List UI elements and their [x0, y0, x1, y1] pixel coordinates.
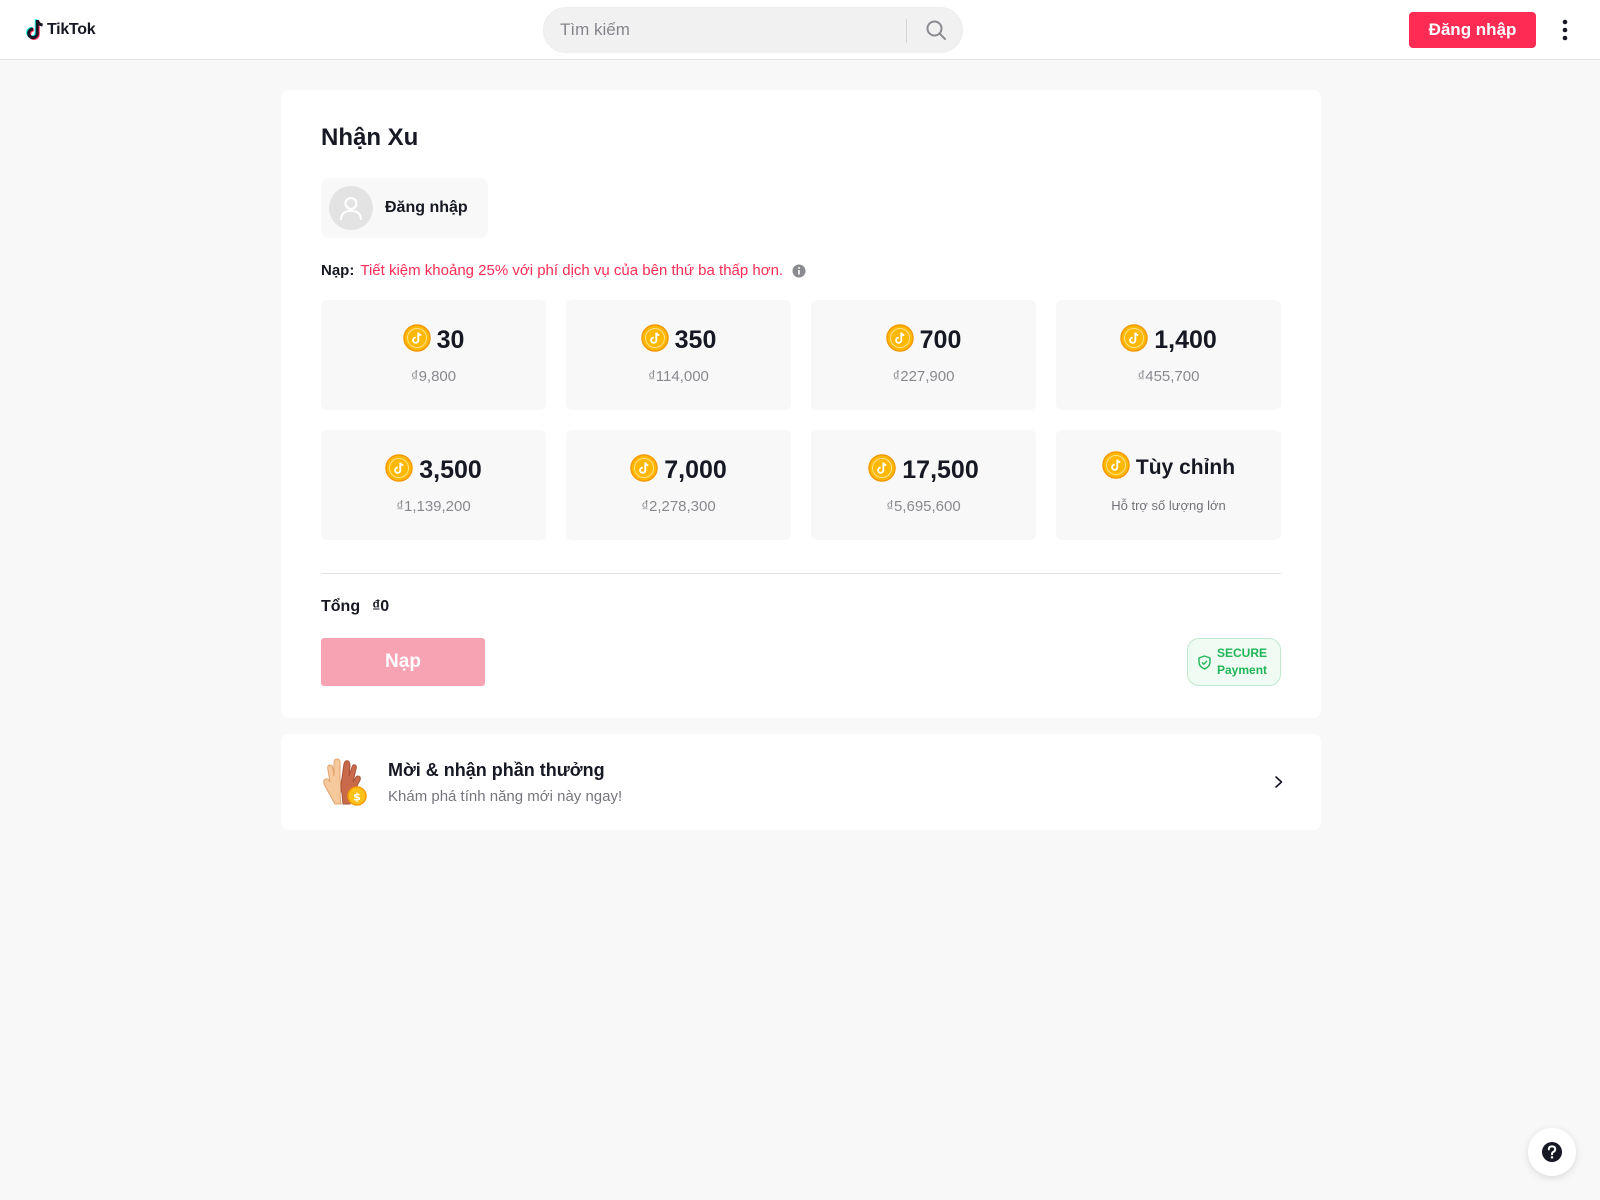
section-divider	[321, 573, 1281, 574]
login-button[interactable]: Đăng nhập	[1409, 12, 1536, 48]
more-menu-button[interactable]	[1556, 16, 1574, 44]
search-divider	[906, 19, 907, 43]
svg-text:$: $	[353, 791, 361, 804]
invite-title: Mời & nhận phần thưởng	[388, 760, 605, 780]
coin-package-7000[interactable]: 7,000 ₫2,278,300	[566, 430, 791, 540]
coin-package-custom[interactable]: Tùy chỉnh Hỗ trợ số lượng lớn	[1056, 430, 1281, 540]
package-price: ₫114,000	[648, 368, 709, 385]
secure-line1: SECURE	[1217, 646, 1268, 660]
package-price: ₫2,278,300	[641, 498, 716, 515]
custom-amount-sub: Hỗ trợ số lượng lớn	[1111, 498, 1226, 513]
help-icon	[1542, 1142, 1562, 1162]
coin-amount: 700	[919, 326, 962, 354]
coin-amount: 7,000	[664, 456, 727, 484]
coin-package-17500[interactable]: 17,500 ₫5,695,600	[811, 430, 1036, 540]
total-summary: Tổng ₫0	[321, 598, 389, 616]
coin-amount: 1,400	[1154, 326, 1217, 354]
shield-icon	[1198, 654, 1211, 670]
user-avatar-icon	[340, 197, 362, 221]
help-button[interactable]	[1528, 1128, 1576, 1176]
tiktok-logo-icon	[26, 19, 43, 40]
coin-icon	[885, 323, 914, 352]
coin-amount: 3,500	[419, 456, 482, 484]
avatar	[329, 186, 373, 230]
package-price: ₫227,900	[892, 368, 955, 385]
invite-subtitle: Khám phá tính năng mới này ngay!	[388, 788, 623, 805]
package-price: ₫1,139,200	[396, 498, 471, 515]
search-input[interactable]	[560, 8, 900, 52]
coin-amount: 30	[436, 326, 465, 354]
package-price: ₫5,695,600	[886, 498, 961, 515]
page-title: Nhận Xu	[321, 124, 419, 151]
tiktok-logo[interactable]: TikTok	[24, 18, 96, 42]
coin-icon	[868, 453, 897, 482]
invite-rewards-card[interactable]: $ Mời & nhận phần thưởng Khám phá tính n…	[281, 734, 1321, 830]
logo-text: TikTok	[47, 21, 96, 38]
coin-icon	[1102, 451, 1130, 479]
coin-amount: 17,500	[902, 456, 979, 484]
coin-package-30[interactable]: 30 ₫9,800	[321, 300, 546, 410]
search-icon	[926, 20, 946, 40]
account-login-label: Đăng nhập	[385, 199, 468, 216]
coin-icon	[640, 323, 669, 352]
get-coins-card: Nhận Xu Đăng nhập Nạp: Tiết kiệm khoảng …	[281, 90, 1321, 718]
package-price: ₫455,700	[1137, 368, 1200, 385]
coin-package-350[interactable]: 350 ₫114,000	[566, 300, 791, 410]
recharge-button[interactable]: Nạp	[321, 638, 485, 686]
coin-package-700[interactable]: 700 ₫227,900	[811, 300, 1036, 410]
recharge-notice: Nạp: Tiết kiệm khoảng 25% với phí dịch v…	[321, 262, 806, 279]
top-header: TikTok Đăng nhập	[0, 0, 1600, 60]
high-five-icon: $	[323, 758, 367, 806]
coin-amount: 350	[674, 326, 717, 354]
total-label: Tổng	[321, 598, 361, 615]
coin-package-1400[interactable]: 1,400 ₫455,700	[1056, 300, 1281, 410]
package-price: ₫9,800	[410, 368, 457, 385]
coin-icon	[385, 453, 413, 482]
secure-line2: Payment	[1217, 663, 1268, 677]
coin-icon	[630, 453, 658, 482]
search-bar	[543, 7, 963, 53]
search-button[interactable]	[910, 8, 962, 52]
total-value: ₫0	[372, 598, 390, 615]
coin-package-3500[interactable]: 3,500 ₫1,139,200	[321, 430, 546, 540]
chevron-right-icon	[1275, 776, 1283, 788]
coin-icon	[402, 323, 431, 352]
secure-payment-badge: SECURE Payment	[1187, 638, 1281, 686]
info-icon[interactable]	[792, 264, 806, 278]
coin-icon	[1120, 323, 1148, 352]
custom-amount-label: Tùy chỉnh	[1135, 456, 1236, 479]
notice-label: Nạp:	[321, 262, 355, 279]
notice-text: Tiết kiệm khoảng 25% với phí dịch vụ của…	[360, 262, 784, 279]
more-vertical-icon	[1562, 19, 1568, 41]
account-login-chip[interactable]: Đăng nhập	[321, 178, 488, 238]
